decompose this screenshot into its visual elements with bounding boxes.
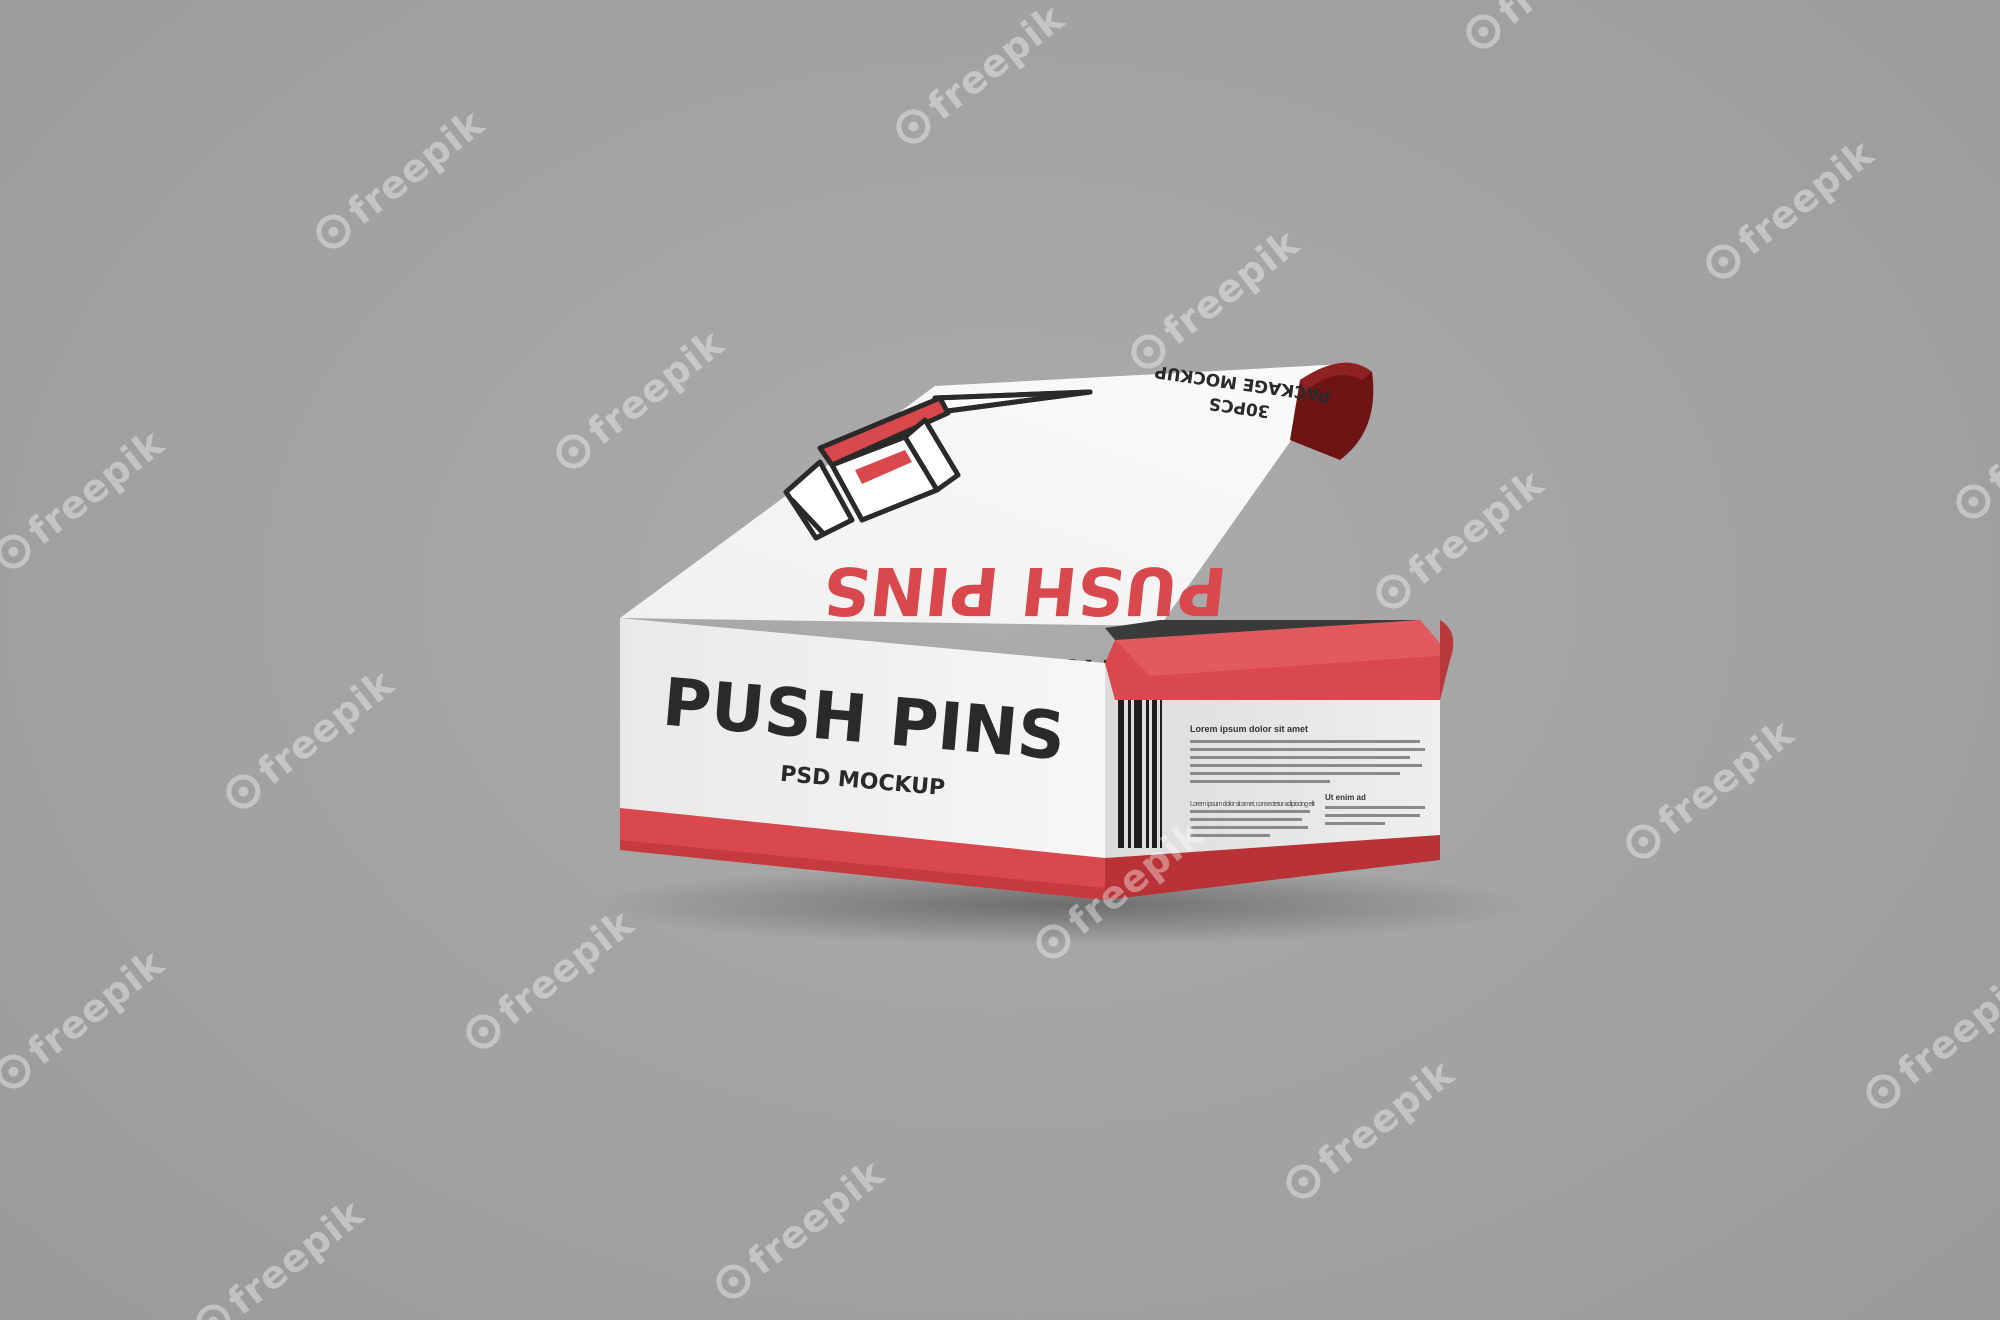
side-heading-1: Lorem ipsum dolor sit amet bbox=[1190, 724, 1308, 734]
side-heading-2: Ut enim ad bbox=[1325, 793, 1366, 802]
side-heading-3: Lorem ipsum dolor sit amet, consectetur … bbox=[1190, 801, 1315, 808]
lid-title: PUSH PINS bbox=[819, 552, 1230, 629]
push-pins-box: PUSH PINS PSD MOCKUP 30PCS PACKAGE MOCKU… bbox=[590, 361, 1530, 945]
product-photo: PUSH PINS PSD MOCKUP 30PCS PACKAGE MOCKU… bbox=[0, 0, 2000, 1320]
